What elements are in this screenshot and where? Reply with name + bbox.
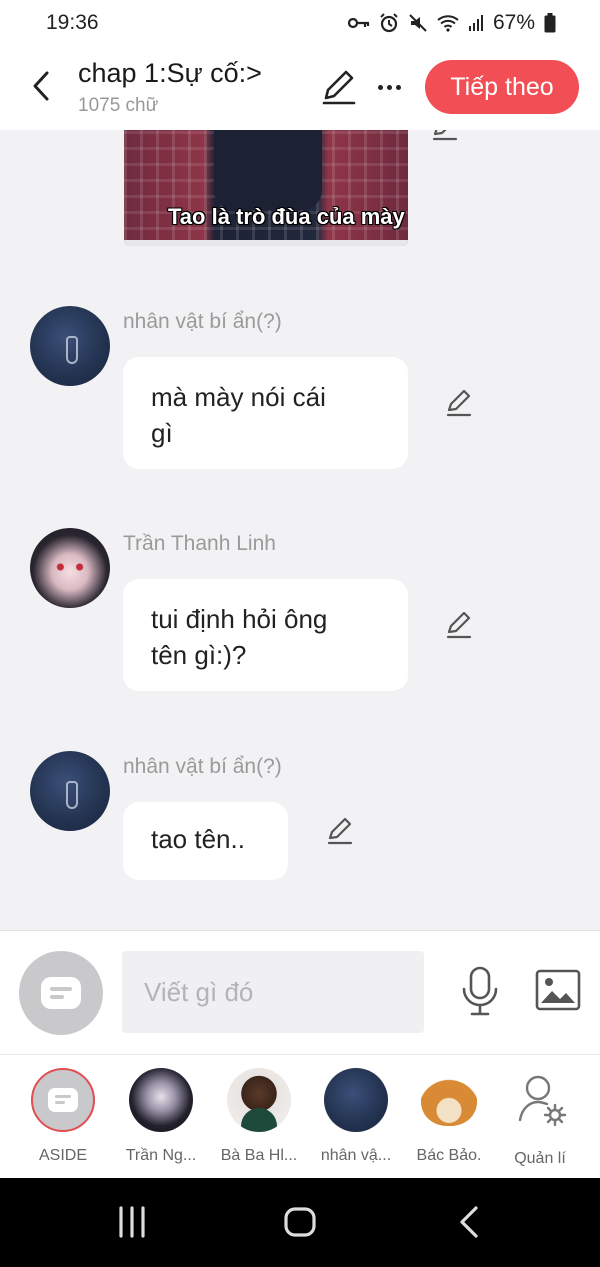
avatar: [227, 1068, 291, 1132]
avatar: [129, 1068, 193, 1132]
pencil-icon: [322, 70, 356, 105]
battery-level: 67%: [492, 11, 535, 34]
avatar-tran-thanh-linh[interactable]: [30, 528, 110, 608]
signal-icon: [468, 15, 483, 31]
system-nav-bar: [0, 1178, 600, 1267]
avatar-mystery-character[interactable]: [30, 306, 110, 386]
image-message[interactable]: Tao là trò đùa của mày: [124, 130, 408, 246]
composer: [0, 930, 600, 1054]
character-item-ba-ba[interactable]: Bà Ba Hl...: [210, 1068, 308, 1165]
word-count: 1075 chữ: [78, 95, 159, 116]
back-icon: [460, 1206, 478, 1238]
message-input[interactable]: [122, 951, 424, 1033]
pencil-icon: [446, 389, 472, 417]
more-button[interactable]: [372, 68, 406, 106]
more-dot: [386, 84, 392, 90]
chapter-title[interactable]: chap 1:Sự cố:>: [78, 56, 262, 90]
microphone-icon: [462, 966, 498, 1016]
back-button[interactable]: [26, 66, 56, 106]
character-label: ASIDE: [38, 1147, 87, 1164]
character-item-tran[interactable]: Trần Ng...: [112, 1068, 210, 1165]
mute-icon: [409, 14, 427, 32]
character-bar: ASIDE Trần Ng... Bà Ba Hl... nhân vậ... …: [0, 1054, 600, 1178]
manage-characters-button[interactable]: Quản lí: [491, 1068, 589, 1168]
chevron-left-icon: [33, 71, 49, 101]
home-button[interactable]: [280, 1202, 320, 1242]
image-figure: [214, 130, 322, 210]
avatar: [324, 1068, 388, 1132]
app-header: chap 1:Sự cố:> 1075 chữ Tiếp theo: [0, 46, 600, 130]
edit-message-button[interactable]: [444, 388, 474, 418]
image-caption: Tao là trò đùa của mày: [168, 204, 405, 229]
more-dot: [395, 84, 401, 90]
user-settings-icon: [518, 1075, 567, 1127]
pencil-icon: [432, 130, 458, 141]
message-text-line: tui định hỏi ông: [151, 604, 328, 634]
message-text-line: tên gì:)?: [151, 640, 247, 670]
avatar: [417, 1068, 481, 1132]
back-nav-button[interactable]: [450, 1202, 490, 1242]
image-icon: [535, 969, 581, 1011]
chat-area[interactable]: Tao là trò đùa của mày nhân vật bí ẩn(?)…: [0, 130, 600, 930]
chat-bubble-icon: [41, 977, 81, 1009]
avatar-mystery-character[interactable]: [30, 751, 110, 831]
character-label: Quản lí: [514, 1150, 566, 1167]
message-bubble[interactable]: tao tên..: [123, 802, 288, 880]
message-bubble[interactable]: mà mày nói cái gì: [123, 357, 408, 469]
character-item-bac-bao[interactable]: Bác Bảo.: [400, 1068, 498, 1165]
character-label: Trần Ng...: [125, 1147, 197, 1164]
status-icons: 67%: [347, 11, 556, 35]
message-text-line: gì: [151, 418, 173, 448]
pencil-icon: [446, 611, 472, 639]
pencil-icon: [327, 817, 353, 845]
character-label: Bác Bảo.: [416, 1147, 482, 1164]
insert-image-button[interactable]: [535, 969, 581, 1011]
aside-avatar: [31, 1068, 95, 1132]
home-icon: [284, 1207, 316, 1237]
title-block: chap 1:Sự cố:> 1075 chữ: [78, 56, 262, 119]
recents-icon: [119, 1206, 145, 1238]
edit-chapter-button[interactable]: [320, 68, 358, 106]
sender-name: nhân vật bí ẩn(?): [123, 755, 282, 778]
edit-message-button[interactable]: [430, 130, 460, 144]
character-label: nhân vậ...: [320, 1147, 392, 1164]
recents-button[interactable]: [112, 1202, 152, 1242]
status-time: 19:36: [46, 11, 99, 34]
aside-toggle-button[interactable]: [19, 951, 103, 1035]
alarm-icon: [380, 13, 398, 33]
edit-message-button[interactable]: [444, 610, 474, 640]
chat-bubble-icon: [48, 1088, 78, 1112]
voice-button[interactable]: [458, 965, 502, 1017]
character-item-aside[interactable]: ASIDE: [14, 1068, 112, 1165]
status-bar: 19:36 67%: [0, 0, 600, 46]
character-label: Bà Ba Hl...: [220, 1147, 298, 1164]
character-item-mystery[interactable]: nhân vậ...: [307, 1068, 405, 1165]
more-dot: [377, 84, 383, 90]
sender-name: Trần Thanh Linh: [123, 532, 276, 555]
edit-message-button[interactable]: [325, 816, 355, 846]
message-bubble[interactable]: tui định hỏi ông tên gì:)?: [123, 579, 408, 691]
sender-name: nhân vật bí ẩn(?): [123, 310, 282, 333]
key-icon: [347, 17, 370, 29]
battery-icon: [544, 13, 556, 33]
message-text-line: mà mày nói cái: [151, 382, 326, 412]
wifi-icon: [437, 15, 459, 32]
next-chapter-button[interactable]: Tiếp theo: [425, 60, 579, 114]
message-text-line: tao tên..: [151, 824, 245, 854]
